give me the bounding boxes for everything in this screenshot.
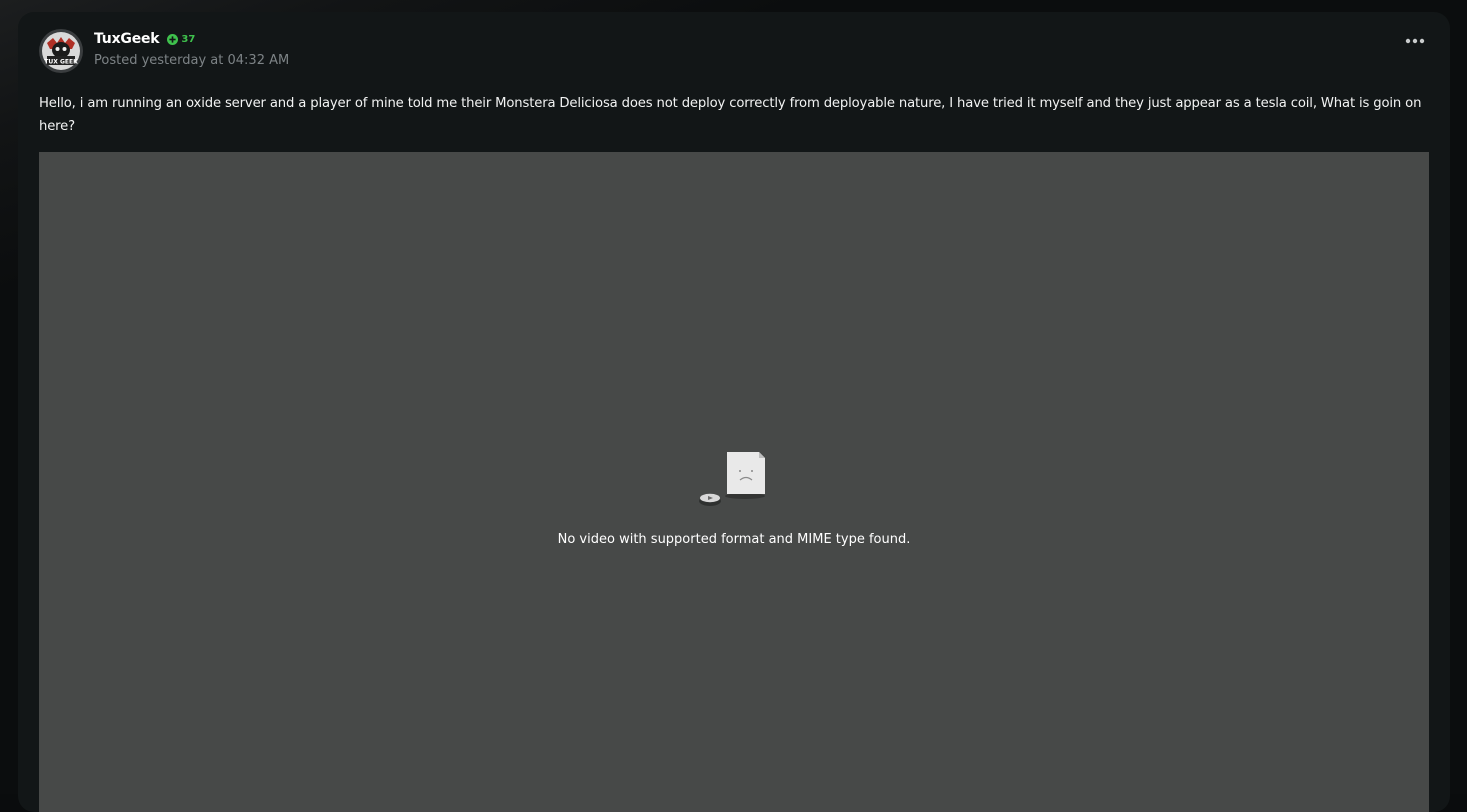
avatar-text: TUX GEEK (44, 59, 78, 66)
author-name[interactable]: TuxGeek (94, 31, 160, 47)
reputation-badge: 37 (167, 33, 196, 45)
ellipsis-icon (1405, 38, 1425, 44)
video-error-message: No video with supported format and MIME … (557, 532, 911, 547)
broken-video-file-icon (699, 452, 765, 506)
forum-post: TUX GEEK TuxGeek 37 Posted yesterday at … (18, 12, 1450, 812)
post-timestamp[interactable]: Posted yesterday at 04:32 AM (94, 53, 289, 68)
avatar[interactable]: TUX GEEK (39, 29, 83, 73)
post-body: Hello, i am running an oxide server and … (39, 96, 1422, 134)
video-player[interactable]: No video with supported format and MIME … (39, 152, 1429, 812)
plus-circle-icon (167, 33, 179, 45)
author-row: TuxGeek 37 (94, 31, 195, 47)
reputation-count: 37 (181, 33, 196, 45)
more-options-button[interactable] (1404, 33, 1426, 49)
avatar-image: TUX GEEK (39, 29, 83, 73)
